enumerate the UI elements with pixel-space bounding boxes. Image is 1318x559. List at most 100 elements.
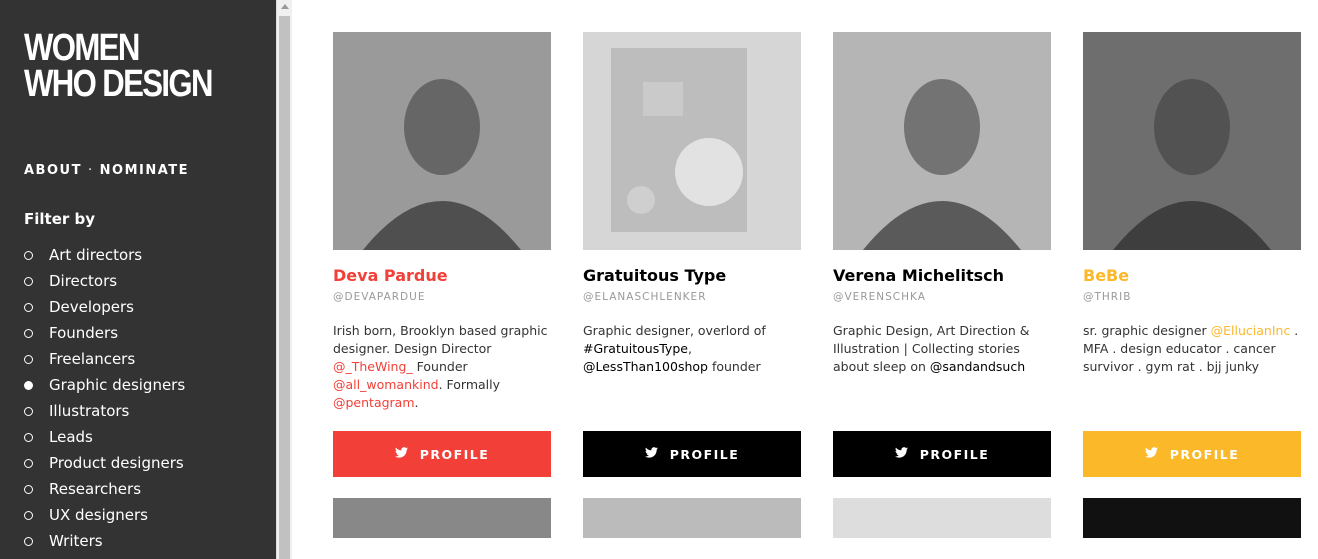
designer-bio: Graphic Design, Art Direction & Illustra…: [833, 322, 1051, 431]
bio-text: Graphic designer, overlord of: [583, 323, 766, 338]
filter-label: Product designers: [49, 454, 184, 472]
scroll-up-arrow-icon[interactable]: [281, 4, 289, 9]
profile-button[interactable]: PROFILE: [833, 431, 1051, 477]
radio-icon[interactable]: [24, 484, 33, 494]
filter-item[interactable]: UX designers: [24, 502, 185, 528]
radio-icon[interactable]: [24, 380, 33, 390]
profile-button-label: PROFILE: [919, 446, 990, 462]
scroll-thumb[interactable]: [279, 16, 290, 559]
filter-label: Writers: [49, 532, 103, 550]
filter-label: Leads: [49, 428, 93, 446]
bio-link[interactable]: @pentagram: [333, 395, 415, 410]
bio-link[interactable]: @EllucianInc: [1211, 323, 1291, 338]
twitter-bird-icon: [894, 446, 908, 462]
filter-label: Researchers: [49, 480, 142, 498]
profile-button[interactable]: PROFILE: [583, 431, 801, 477]
filter-item[interactable]: Writers: [24, 528, 185, 554]
designer-card: BeBe @THRIB sr. graphic designer @Ellucian…: [1083, 32, 1301, 477]
bio-text: ,: [687, 341, 692, 356]
filter-label: Founders: [49, 324, 119, 342]
designer-handle: @DEVAPARDUE: [333, 291, 426, 303]
radio-icon[interactable]: [24, 302, 33, 312]
bio-link[interactable]: @all_womankind: [333, 377, 439, 392]
designer-name[interactable]: Gratuitous Type: [583, 266, 801, 288]
designer-photo[interactable]: [333, 32, 551, 250]
radio-icon[interactable]: [24, 328, 33, 338]
twitter-bird-icon: [394, 446, 408, 462]
designer-photo[interactable]: [833, 32, 1051, 250]
profile-button[interactable]: PROFILE: [1083, 431, 1301, 477]
designer-card: Verena Michelitsch @VERENSCHKA Graphic Des…: [833, 32, 1051, 477]
bio-link[interactable]: @_TheWing_: [333, 359, 413, 374]
profile-button-label: PROFILE: [419, 446, 490, 462]
filter-label: Graphic designers: [49, 376, 186, 394]
filter-item[interactable]: Graphic designers: [24, 372, 185, 398]
radio-icon[interactable]: [24, 406, 33, 416]
radio-icon[interactable]: [24, 458, 33, 468]
twitter-bird-icon: [1144, 446, 1158, 462]
filter-label: Directors: [49, 272, 118, 290]
profile-button-label: PROFILE: [669, 446, 740, 462]
next-row-photo[interactable]: [583, 498, 801, 538]
designer-bio: Graphic designer, overlord of #Gratuitou…: [583, 322, 801, 431]
designer-bio: sr. graphic designer @EllucianInc . MFA …: [1083, 322, 1301, 431]
logo-line-1: WOMEN: [24, 27, 140, 69]
designer-card: Gratuitous Type @ELANASCHLENKER Graphic de…: [583, 32, 801, 477]
sidebar: WOMEN WHO DESIGN ABOUT · NOMINATE Filter…: [0, 0, 276, 559]
filter-item[interactable]: Leads: [24, 424, 185, 450]
filter-item[interactable]: Illustrators: [24, 398, 185, 424]
radio-icon[interactable]: [24, 510, 33, 520]
designer-photo[interactable]: [1083, 32, 1301, 250]
scrollbar[interactable]: [276, 0, 292, 559]
filter-item[interactable]: Directors: [24, 268, 185, 294]
filter-label: UX designers: [49, 506, 148, 524]
bio-text: Irish born, Brooklyn based graphic desig…: [333, 323, 548, 356]
filter-label: Illustrators: [49, 402, 130, 420]
radio-icon[interactable]: [24, 536, 33, 546]
site-logo[interactable]: WOMEN WHO DESIGN: [24, 27, 214, 105]
designer-bio: Irish born, Brooklyn based graphic desig…: [333, 322, 551, 431]
bio-text: founder: [707, 359, 761, 374]
next-row-photo[interactable]: [333, 498, 551, 538]
twitter-bird-icon: [644, 446, 658, 462]
filter-item[interactable]: Art directors: [24, 242, 185, 268]
designer-card: Deva Pardue @DEVAPARDUE Irish born, Brookl…: [333, 32, 551, 477]
nav-nominate-link[interactable]: NOMINATE: [100, 163, 189, 178]
bio-link[interactable]: @LessThan100shop: [583, 359, 708, 374]
profile-button[interactable]: PROFILE: [333, 431, 551, 477]
designer-name[interactable]: BeBe: [1083, 266, 1301, 288]
next-row-photo[interactable]: [833, 498, 1051, 538]
designer-handle: @ELANASCHLENKER: [583, 291, 707, 303]
designer-name[interactable]: Deva Pardue: [333, 266, 551, 288]
filter-item[interactable]: Founders: [24, 320, 185, 346]
radio-icon[interactable]: [24, 250, 33, 260]
bio-text: sr. graphic designer: [1083, 323, 1211, 338]
next-row-photo[interactable]: [1083, 498, 1301, 538]
radio-icon[interactable]: [24, 276, 33, 286]
filter-list: Art directors Directors Developers Founders…: [24, 242, 185, 554]
top-nav: ABOUT · NOMINATE: [24, 163, 189, 178]
designer-handle: @VERENSCHKA: [833, 291, 926, 303]
profile-button-label: PROFILE: [1169, 446, 1240, 462]
bio-text: .: [414, 395, 419, 410]
filter-label: Freelancers: [49, 350, 136, 368]
filter-label: Developers: [49, 298, 134, 316]
bio-link[interactable]: #GratuitousType: [583, 341, 688, 356]
bio-text: . Formally: [438, 377, 501, 392]
filter-item[interactable]: Researchers: [24, 476, 185, 502]
filter-title: Filter by: [24, 210, 96, 228]
bio-text: Founder: [412, 359, 468, 374]
filter-item[interactable]: Freelancers: [24, 346, 185, 372]
filter-item[interactable]: Developers: [24, 294, 185, 320]
bio-link[interactable]: @sandandsuch: [930, 359, 1025, 374]
radio-icon[interactable]: [24, 354, 33, 364]
filter-label: Art directors: [49, 246, 143, 264]
nav-separator: ·: [87, 163, 94, 178]
designer-handle: @THRIB: [1083, 291, 1132, 303]
designer-name[interactable]: Verena Michelitsch: [833, 266, 1051, 288]
filter-item[interactable]: Product designers: [24, 450, 185, 476]
nav-about-link[interactable]: ABOUT: [24, 163, 82, 178]
logo-line-2: WHO DESIGN: [24, 63, 214, 105]
designer-photo[interactable]: [583, 32, 801, 250]
radio-icon[interactable]: [24, 432, 33, 442]
